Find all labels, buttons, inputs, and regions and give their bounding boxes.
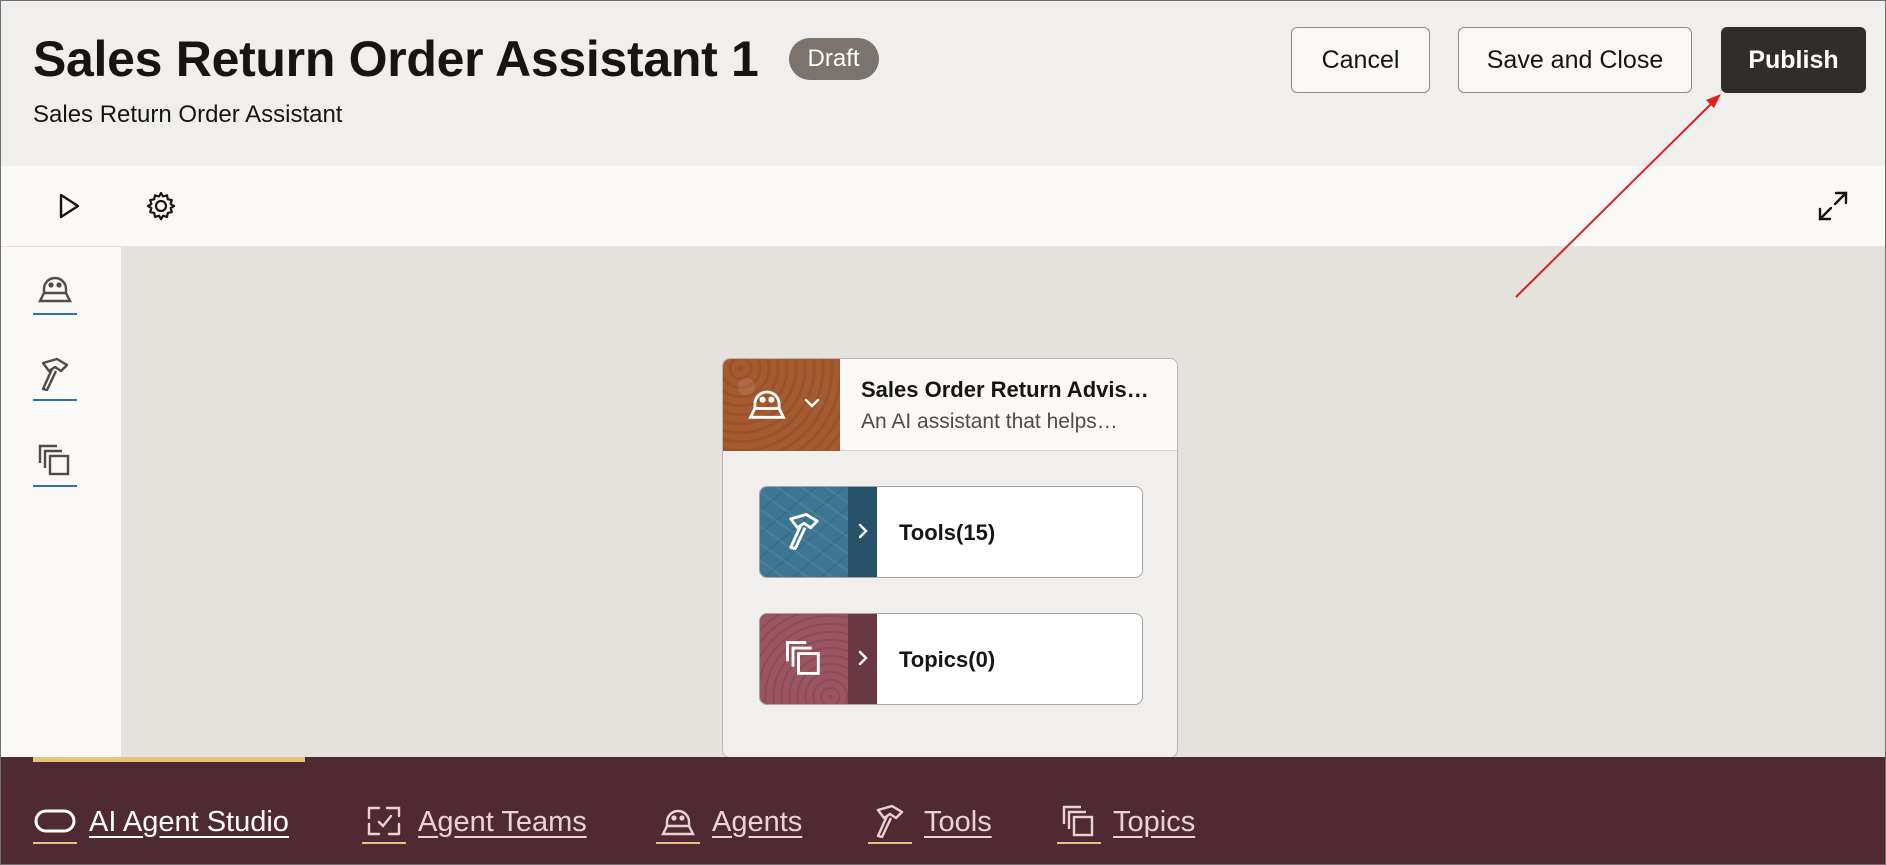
cancel-button[interactable]: Cancel: [1291, 27, 1430, 93]
topics-stack-icon: [782, 637, 826, 684]
rail-agents-button[interactable]: [33, 267, 77, 315]
topics-stack-icon: [1057, 800, 1101, 844]
topics-node-label: Topics(0): [899, 647, 996, 672]
chevron-down-icon[interactable]: [803, 396, 821, 414]
active-nav-indicator: [33, 757, 305, 762]
tools-hammer-icon: [868, 800, 912, 844]
rail-tools-button[interactable]: [33, 353, 77, 401]
nav-agent-teams[interactable]: Agent Teams: [362, 797, 587, 847]
nav-topics[interactable]: Topics: [1057, 797, 1195, 847]
expand-icon[interactable]: [1811, 184, 1855, 228]
topics-node-tile: [760, 614, 848, 704]
status-badge: Draft: [788, 38, 879, 80]
page-subtitle: Sales Return Order Assistant: [33, 101, 343, 128]
nav-ai-agent-studio[interactable]: AI Agent Studio: [33, 797, 289, 847]
tools-node-card[interactable]: Tools(15): [759, 486, 1143, 578]
page-title: Sales Return Order Assistant 1: [33, 31, 759, 87]
chevron-right-icon: [857, 649, 869, 672]
tools-expand-button[interactable]: [848, 487, 877, 577]
agent-name: Sales Order Return Advis…: [861, 377, 1149, 402]
topics-expand-button[interactable]: [848, 614, 877, 704]
tools-hammer-icon: [782, 510, 826, 557]
nav-agents[interactable]: Agents: [656, 797, 802, 847]
nav-label: Agents: [712, 805, 803, 838]
left-rail: [0, 247, 121, 757]
agent-node-card[interactable]: Sales Order Return Advis… An AI assistan…: [722, 358, 1178, 758]
page-header: Sales Return Order Assistant 1 Draft Sal…: [0, 0, 1886, 166]
rail-topics-button[interactable]: [33, 439, 77, 487]
tools-node-tile: [760, 487, 848, 577]
bottom-nav: AI Agent Studio Agent Teams Agents Tools: [0, 757, 1886, 865]
agent-icon: [656, 800, 700, 844]
gear-icon[interactable]: [139, 184, 183, 228]
save-and-close-button[interactable]: Save and Close: [1458, 27, 1692, 93]
topics-stack-icon: [35, 441, 75, 484]
agent-node-header: Sales Order Return Advis… An AI assistan…: [723, 359, 1177, 451]
agent-description: An AI assistant that helps…: [861, 410, 1118, 433]
nav-label: AI Agent Studio: [89, 805, 289, 838]
agent-icon: [745, 382, 789, 429]
agent-icon: [35, 269, 75, 312]
toolbar: [0, 166, 1886, 247]
nav-tools[interactable]: Tools: [868, 797, 992, 847]
chevron-right-icon: [857, 522, 869, 545]
play-icon[interactable]: [46, 184, 90, 228]
tools-hammer-icon: [35, 355, 75, 398]
nav-label: Topics: [1113, 805, 1196, 838]
nav-label: Agent Teams: [418, 805, 587, 838]
tools-node-label: Tools(15): [899, 520, 996, 545]
nav-label: Tools: [924, 805, 992, 838]
publish-button[interactable]: Publish: [1721, 27, 1866, 93]
studio-pill-icon: [33, 800, 77, 844]
title-row: Sales Return Order Assistant 1 Draft: [33, 30, 879, 88]
topics-node-card[interactable]: Topics(0): [759, 613, 1143, 705]
agent-teams-icon: [362, 800, 406, 844]
agent-node-tile[interactable]: [723, 359, 840, 451]
